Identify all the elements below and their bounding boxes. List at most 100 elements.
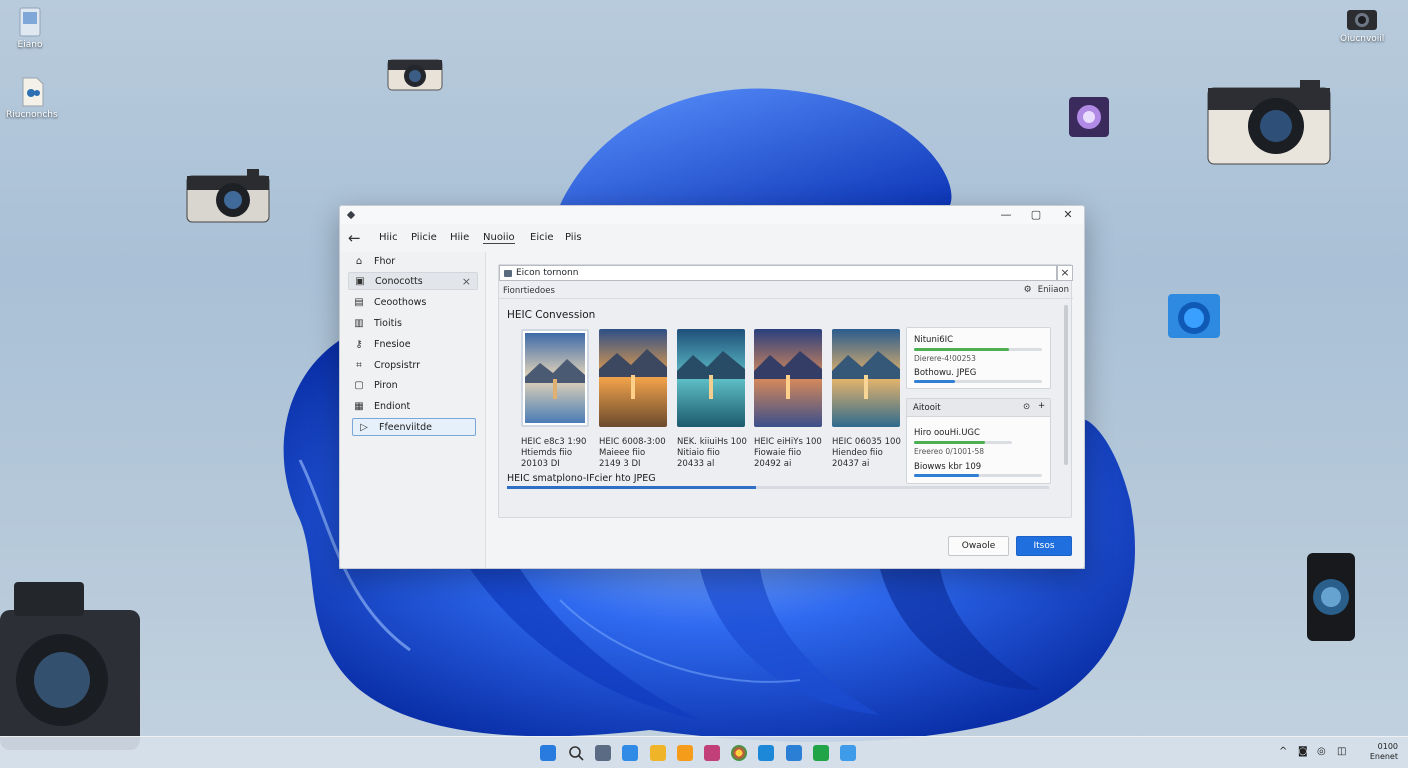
menu-item[interactable]: Piicie [411, 232, 437, 243]
media-app-icon[interactable] [704, 745, 720, 761]
progress-fill [914, 380, 955, 383]
menu-item[interactable]: Hiie [450, 232, 469, 243]
photo-thumbnail[interactable] [832, 329, 900, 427]
photo-image [754, 329, 822, 427]
recycle-bin-icon [19, 7, 41, 37]
menu-bar: ← Hiic Piicie Hiie Nuoiio Eicie Piis [340, 228, 1084, 250]
widgets-icon[interactable] [622, 745, 638, 761]
progress-bar [914, 380, 1042, 383]
store-icon[interactable] [786, 745, 802, 761]
sidebar-item[interactable]: ▦ Endiont [348, 397, 478, 415]
app-icon [346, 210, 356, 220]
desktop-icon-document[interactable]: Riucnonchs [6, 76, 58, 120]
close-icon[interactable]: × [462, 275, 471, 288]
add-icon[interactable]: + [1038, 401, 1045, 411]
panel-row: Bothowu. JPEG [914, 368, 977, 378]
start-icon[interactable] [540, 745, 556, 761]
thumbnail-caption: HEIC e8c3 1:90 Htiemds fiio 20103 DI [521, 437, 587, 469]
grid-icon: ▦ [354, 400, 364, 412]
sidebar-item-label: Conocotts [375, 275, 423, 287]
panel-row: Ereereo 0/1001-58 [914, 447, 985, 456]
close-window-button[interactable]: ✕ [1052, 207, 1084, 223]
camera-tray-icon[interactable]: ◙ [1298, 746, 1308, 757]
thumbnail-caption: HEIC 06035 100 Hiendeo fiio 20437 ai [832, 437, 901, 469]
network-icon[interactable]: ◎ [1317, 746, 1326, 757]
panel-row: Biowws kbr 109 [914, 462, 982, 472]
secondary-button[interactable]: Owaole [948, 536, 1009, 556]
photo-image [677, 329, 745, 427]
photo-image [832, 329, 900, 427]
sidebar-item-label: Ceoothows [374, 296, 427, 308]
camera-icon [387, 59, 443, 91]
minimize-button[interactable]: — [990, 207, 1022, 223]
conversion-progress-bar [507, 486, 1049, 489]
spreadsheet-icon[interactable] [813, 745, 829, 761]
progress-fill [914, 348, 1009, 351]
chevron-up-icon[interactable]: ^ [1279, 746, 1287, 757]
browser-icon[interactable] [731, 745, 747, 761]
photo-thumbnail[interactable] [677, 329, 745, 427]
app-tile-icon [1069, 97, 1109, 137]
search-icon[interactable] [568, 745, 584, 761]
menu-item[interactable]: Eicie [530, 232, 554, 243]
sidebar-item-active[interactable]: ▷ Ffeenviitde [352, 418, 476, 436]
progress-bar [914, 474, 1042, 477]
thumbnail-caption: HEIC 6008-3:00 Maieee fiio 2149 3 DI [599, 437, 666, 469]
sidebar-item-home[interactable]: ⌂ Fhor [348, 252, 478, 270]
progress-fill [914, 474, 980, 477]
progress-bar [914, 441, 1012, 444]
folder-icon[interactable] [677, 745, 693, 761]
sidebar-item[interactable]: ⌗ Cropsistrr [348, 356, 478, 374]
sidebar-item-selected[interactable]: ▣ Conocotts × [348, 272, 478, 290]
desktop-icon-recycle-bin[interactable]: Eiano [14, 4, 46, 50]
progress-bar [914, 348, 1042, 351]
camera-icon [1207, 80, 1331, 165]
panel-title: Hiro oouHi.UGC [914, 428, 980, 438]
toolbar-label: Fionrtiedoes [503, 286, 555, 296]
sidebar-item[interactable]: ▤ Ceoothows [348, 293, 478, 311]
photo-thumbnail[interactable] [754, 329, 822, 427]
key-icon: ⚷ [355, 338, 363, 350]
desktop-icon-label: Riucnonchs [6, 110, 58, 120]
panel-row: Dierere-4!00253 [914, 354, 976, 363]
sidebar-item-label: Piron [374, 379, 398, 391]
image-icon: ▣ [355, 275, 365, 287]
sidebar-item[interactable]: ▥ Tioitis [348, 314, 478, 332]
conversion-progress-fill [507, 486, 757, 489]
menu-item[interactable]: Hiic [379, 232, 398, 243]
photo-thumbnail[interactable] [521, 329, 589, 427]
conversion-progress-label: HEIC smatplono-IFcier hto JPEG [507, 473, 656, 484]
progress-fill [914, 441, 985, 444]
scrollbar[interactable] [1064, 305, 1068, 465]
clock-time: 0100 [1377, 742, 1398, 751]
toolbar-settings[interactable]: ⚙ Eniiaon [1024, 285, 1069, 295]
menu-item-active[interactable]: Nuoiio [483, 232, 515, 244]
photo-image [599, 329, 667, 427]
mail-icon[interactable] [758, 745, 774, 761]
photo-thumbnail[interactable] [599, 329, 667, 427]
back-arrow-icon[interactable]: ← [348, 229, 361, 247]
close-icon[interactable]: × [1057, 265, 1073, 281]
desktop-icon-camera-app[interactable]: Oiucnvoiil [1340, 4, 1384, 44]
app-tile-icon [1168, 294, 1220, 338]
thumbnail-caption: HEIC eiHiYs 100 Fiowaie fiio 20492 ai [754, 437, 822, 469]
panel-title: Nituni6IC [914, 335, 954, 345]
sidebar-item[interactable]: ⚷ Fnesioe [348, 335, 478, 353]
volume-icon[interactable]: ◫ [1337, 746, 1346, 757]
settings-icon[interactable]: ⊙ [1023, 402, 1030, 412]
primary-button[interactable]: Itsos [1016, 536, 1072, 556]
photo-icon: ▢ [354, 379, 364, 391]
task-view-icon[interactable] [595, 745, 611, 761]
desktop-icon-label: Oiucnvoiil [1340, 34, 1385, 44]
play-icon: ▷ [360, 421, 368, 433]
address-bar[interactable]: Eicon tornonn [499, 265, 1057, 281]
sidebar-item[interactable]: ▢ Piron [348, 376, 478, 394]
address-path: Eicon tornonn [516, 268, 579, 278]
clock[interactable]: 0100 Enenet [1370, 742, 1398, 762]
crop-icon: ⌗ [356, 359, 362, 371]
maximize-button[interactable]: ▢ [1020, 207, 1052, 223]
file-explorer-icon[interactable] [650, 745, 666, 761]
settings-app-icon[interactable] [840, 745, 856, 761]
clock-date: Enenet [1369, 752, 1398, 761]
menu-item[interactable]: Piis [565, 232, 582, 243]
